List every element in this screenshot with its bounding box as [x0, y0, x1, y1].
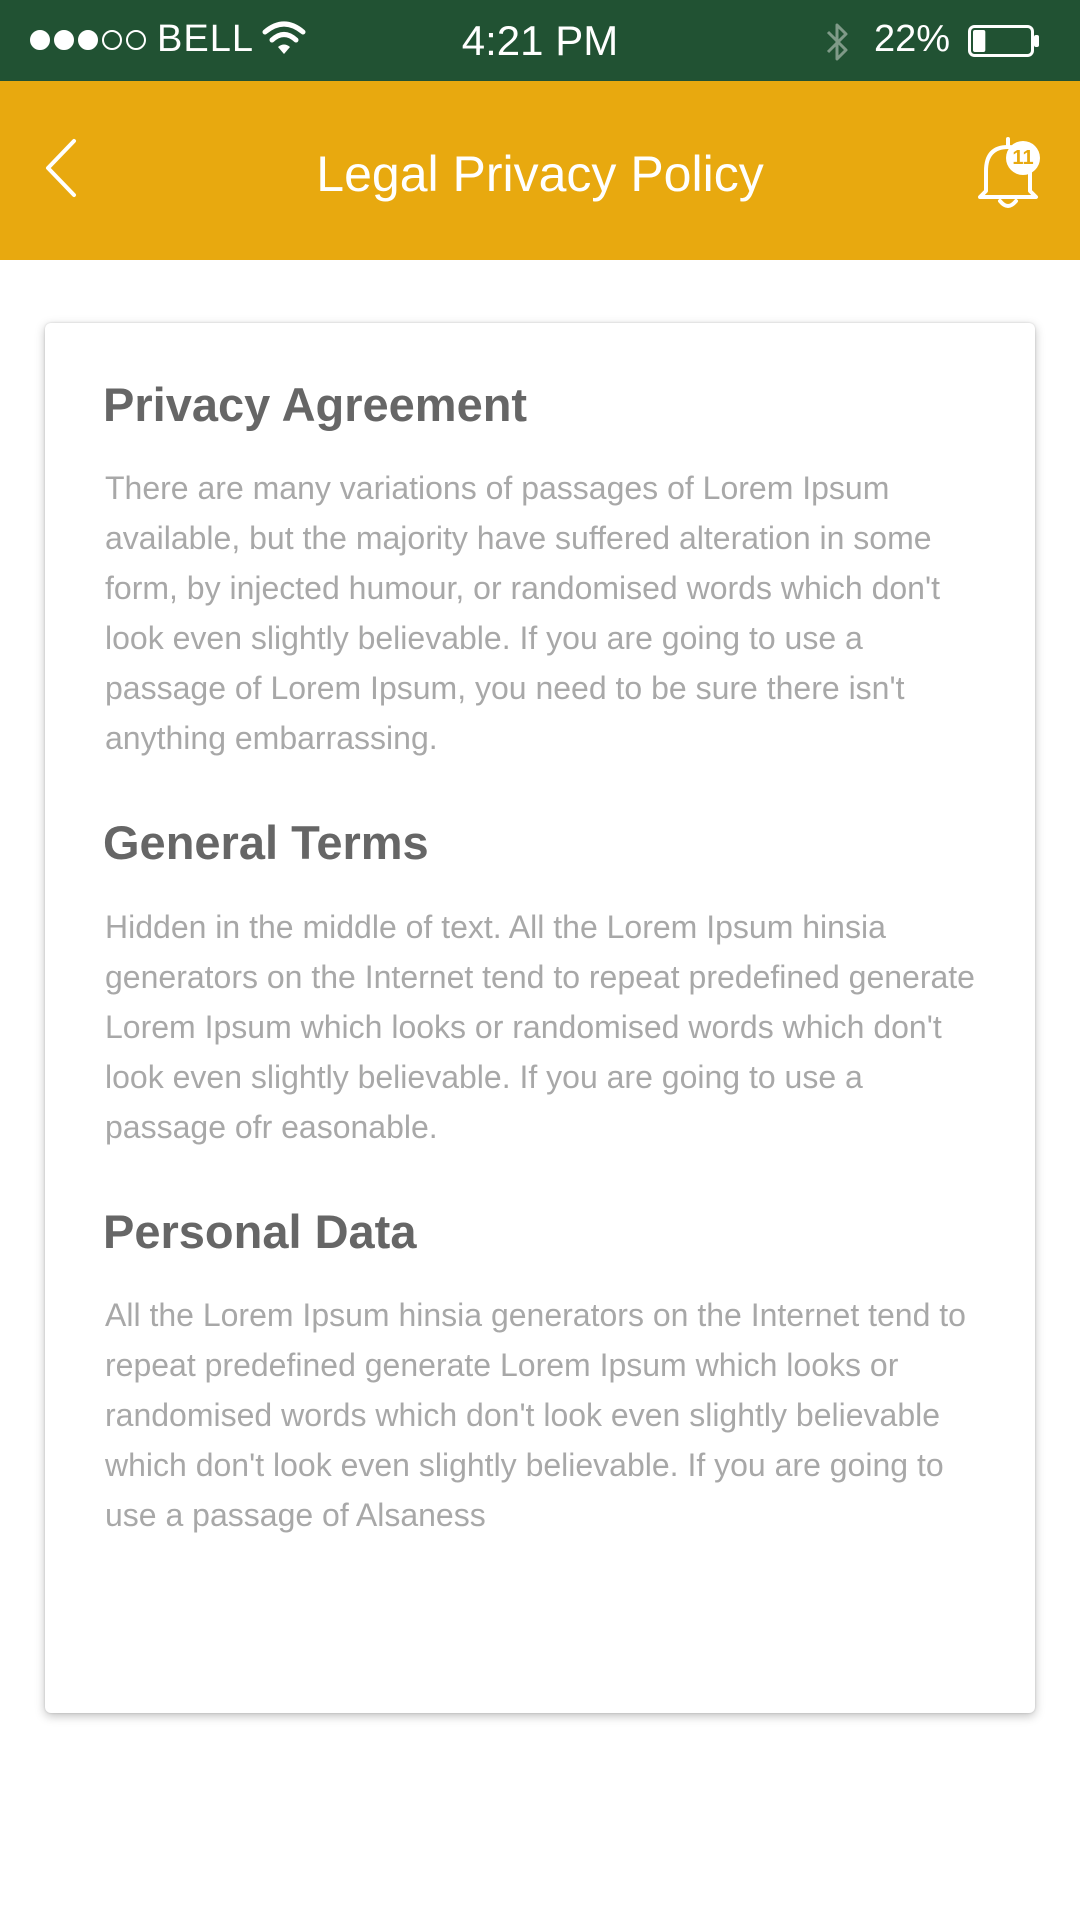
page-title: Legal Privacy Policy — [316, 146, 764, 202]
section-heading: Privacy Agreement — [103, 378, 528, 431]
nav-bar: Legal Privacy Policy 11 — [0, 81, 1080, 260]
privacy-policy-screen: BELL 4:21 PM 22% Legal Privacy Policy 11 — [0, 0, 1080, 1920]
section-body: Hidden in the middle of text. All the Lo… — [105, 908, 975, 1145]
battery-fill — [973, 30, 986, 52]
section-heading: General Terms — [103, 816, 429, 870]
notification-badge: 11 — [1006, 141, 1040, 175]
policy-section-privacy-agreement: Privacy Agreement There are many variati… — [103, 377, 977, 763]
bluetooth-icon — [826, 23, 848, 61]
section-body: There are many variations of passages of… — [105, 470, 940, 757]
battery-icon — [968, 25, 1039, 57]
policy-section-personal-data: Personal Data All the Lorem Ipsum hinsia… — [103, 1204, 977, 1540]
battery-percent: 22% — [874, 18, 951, 60]
policy-card: Privacy Agreement There are many variati… — [45, 323, 1035, 1713]
policy-section-general-terms: General Terms Hidden in the middle of te… — [103, 815, 977, 1151]
section-body: All the Lorem Ipsum hinsia generators on… — [105, 1297, 966, 1534]
status-bar: BELL 4:21 PM 22% — [0, 0, 1080, 81]
section-heading: Personal Data — [103, 1204, 417, 1258]
